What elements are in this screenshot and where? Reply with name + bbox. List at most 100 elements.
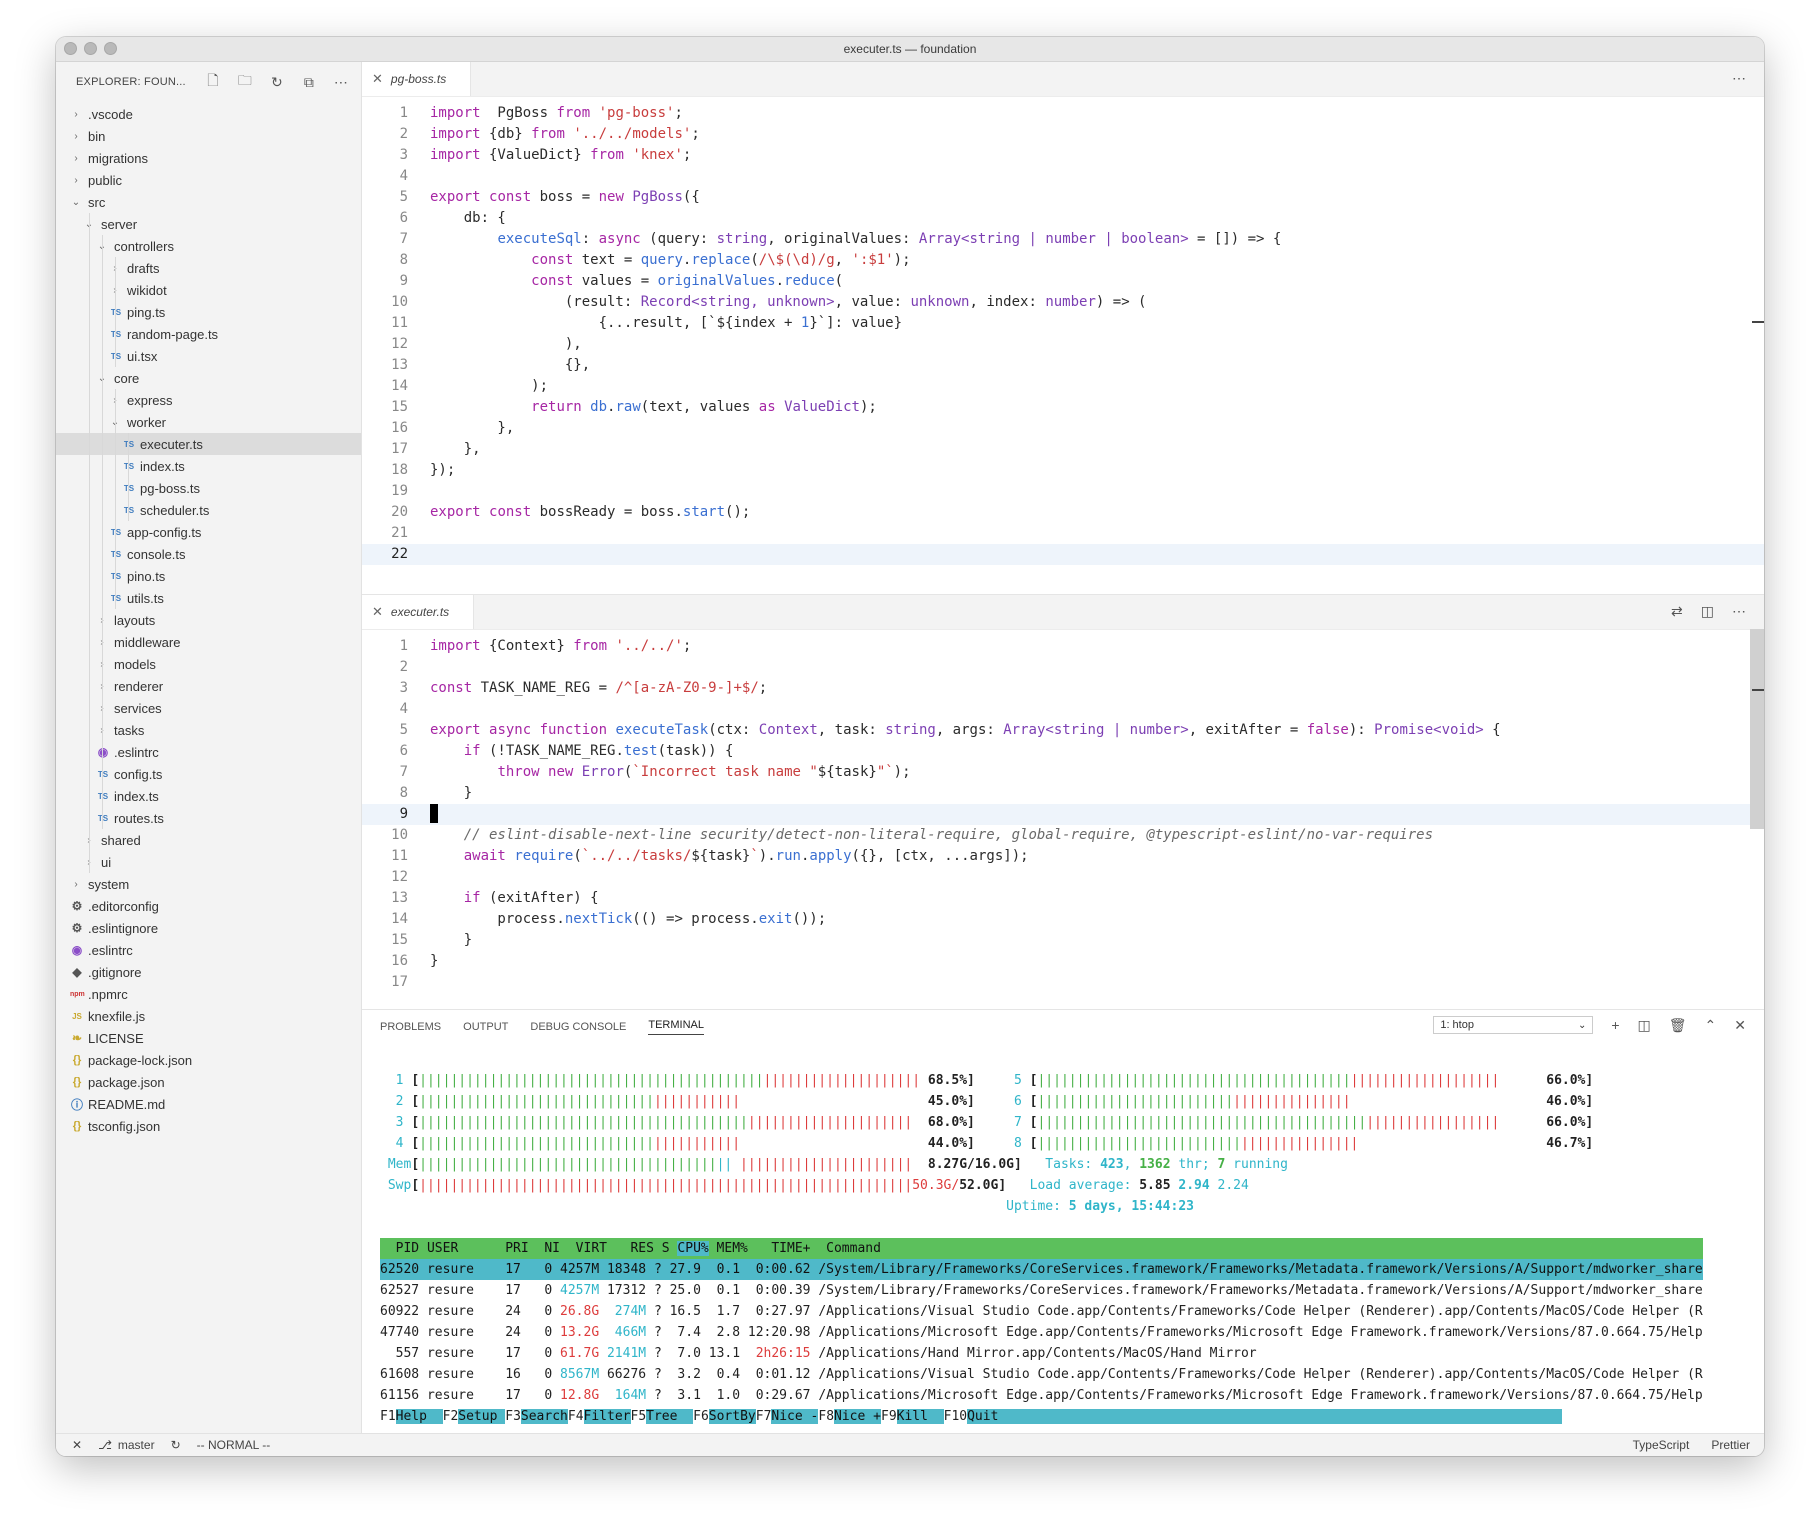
close-tab-icon[interactable]: ✕ xyxy=(372,71,383,87)
tree-item[interactable]: TS index.ts xyxy=(56,785,361,807)
tree-item[interactable]: ›renderer xyxy=(56,675,361,697)
tree-item[interactable]: ›express xyxy=(56,389,361,411)
terminal-htop[interactable]: 1 [|||||||||||||||||||||||||||||||||||||… xyxy=(380,1070,1703,1427)
code-line: 4 xyxy=(362,699,1764,720)
tree-item[interactable]: › bin xyxy=(56,125,361,147)
tree-item[interactable]: {} package-lock.json xyxy=(56,1049,361,1071)
tree-item[interactable]: TS executer.ts xyxy=(56,433,361,455)
tab-pg-boss[interactable]: ✕ pg-boss.ts xyxy=(362,62,472,96)
tree-item[interactable]: ⌄server xyxy=(56,213,361,235)
process-row[interactable]: 62527 resure 17 0 4257M 17312 ? 25.0 0.1… xyxy=(380,1280,1703,1301)
tree-item[interactable]: › system xyxy=(56,873,361,895)
tree-item[interactable]: {} package.json xyxy=(56,1071,361,1093)
tree-item[interactable]: TS pino.ts xyxy=(56,565,361,587)
tree-item[interactable]: ◉ .eslintrc xyxy=(56,741,361,763)
new-file-icon[interactable]: 🗋 xyxy=(205,72,221,90)
tree-item[interactable]: ›tasks xyxy=(56,719,361,741)
process-row[interactable]: 61156 resure 17 0 12.8G 164M ? 3.1 1.0 0… xyxy=(380,1385,1703,1406)
tree-item[interactable]: ⌄core xyxy=(56,367,361,389)
vscode-window: executer.ts — foundation EXPLORER: FOUN.… xyxy=(56,37,1764,1456)
tree-item[interactable]: TS utils.ts xyxy=(56,587,361,609)
swp-value-total: 52.0G xyxy=(959,1178,999,1193)
panel-tab-output[interactable]: OUTPUT xyxy=(463,1021,508,1033)
code-editor-bottom[interactable]: 1 import {Context} from '../../'; 2 3 const … xyxy=(362,630,1764,993)
new-folder-icon[interactable]: 🗀 xyxy=(237,72,253,90)
collapse-icon[interactable]: ⧉ xyxy=(301,74,317,90)
tree-item[interactable]: ⌄controllers xyxy=(56,235,361,257)
refresh-icon[interactable]: ↻ xyxy=(269,74,285,90)
panel-tab-debug-console[interactable]: DEBUG CONSOLE xyxy=(530,1021,626,1033)
tree-item[interactable]: TS pg-boss.ts xyxy=(56,477,361,499)
add-terminal-icon[interactable]: + xyxy=(1611,1017,1619,1033)
tree-item[interactable]: JS knexfile.js xyxy=(56,1005,361,1027)
panel-tab-terminal[interactable]: TERMINAL xyxy=(648,1019,704,1035)
tree-item[interactable]: npm .npmrc xyxy=(56,983,361,1005)
tree-item[interactable]: TS random-page.ts xyxy=(56,323,361,345)
tree-item[interactable]: TS routes.ts xyxy=(56,807,361,829)
editor-scrollbar[interactable] xyxy=(1750,629,1764,829)
tree-item[interactable]: ›drafts xyxy=(56,257,361,279)
tab-executer[interactable]: ✕ executer.ts xyxy=(362,595,475,629)
tree-item[interactable]: ⚙ .eslintignore xyxy=(56,917,361,939)
close-icon[interactable]: ✕ xyxy=(1734,1017,1746,1034)
tree-item[interactable]: ⌄ src xyxy=(56,191,361,213)
git-file-icon: ◆ xyxy=(72,965,82,979)
process-cols: 60922 resure 24 0 xyxy=(380,1304,561,1319)
tree-item[interactable]: TS config.ts xyxy=(56,763,361,785)
tree-item[interactable]: TS ui.tsx xyxy=(56,345,361,367)
language-mode[interactable]: TypeScript xyxy=(1633,1438,1690,1452)
trash-icon[interactable]: 🗑 xyxy=(1669,1017,1687,1034)
formatter-indicator[interactable]: Prettier xyxy=(1711,1438,1750,1452)
process-row[interactable]: 61608 resure 16 0 8567M 66276 ? 3.2 0.4 … xyxy=(380,1364,1703,1385)
tree-item[interactable]: TS scheduler.ts xyxy=(56,499,361,521)
split-editor-icon[interactable]: ◫ xyxy=(1701,603,1714,620)
more-icon[interactable]: ⋯ xyxy=(1732,603,1746,620)
branch-indicator[interactable]: ⎇ master xyxy=(98,1438,155,1452)
process-row[interactable]: 62520 resure 17 0 4257M 18348 ? 27.9 0.1… xyxy=(380,1259,1703,1280)
compare-changes-icon[interactable]: ⇄ xyxy=(1671,603,1683,620)
tree-item[interactable]: › .vscode xyxy=(56,103,361,125)
tree-item[interactable]: › migrations xyxy=(56,147,361,169)
code-editor-top[interactable]: 1 import PgBoss from 'pg-boss'; 2 import {d… xyxy=(362,97,1764,565)
tree-item[interactable]: TS console.ts xyxy=(56,543,361,565)
terminal-select[interactable]: 1: htop ⌄ xyxy=(1433,1016,1594,1034)
tree-item[interactable]: ◉ .eslintrc xyxy=(56,939,361,961)
indent-guide xyxy=(102,697,103,719)
process-row[interactable]: 47740 resure 24 0 13.2G 466M ? 7.4 2.8 1… xyxy=(380,1322,1703,1343)
tree-item[interactable]: ›middleware xyxy=(56,631,361,653)
panel-tab-problems[interactable]: PROBLEMS xyxy=(380,1021,441,1033)
tree-item[interactable]: › public xyxy=(56,169,361,191)
line-text: if (!TASK_NAME_REG.test(task)) { xyxy=(430,741,734,762)
tree-item[interactable]: ◆ .gitignore xyxy=(56,961,361,983)
tree-item[interactable]: ❧ LICENSE xyxy=(56,1027,361,1049)
remote-indicator[interactable]: ✕ xyxy=(72,1438,82,1452)
split-terminal-icon[interactable]: ◫ xyxy=(1638,1017,1651,1034)
close-tab-icon[interactable]: ✕ xyxy=(372,604,383,620)
process-row[interactable]: 557 resure 17 0 61.7G 2141M ? 7.0 13.1 2… xyxy=(380,1343,1703,1364)
tree-item[interactable]: TS app-config.ts xyxy=(56,521,361,543)
tree-item[interactable]: ›services xyxy=(56,697,361,719)
tree-item[interactable]: ⌄worker xyxy=(56,411,361,433)
process-command: /Applications/Microsoft Edge.app/Content… xyxy=(810,1325,1703,1340)
maximize-icon[interactable]: ⌃ xyxy=(1705,1017,1717,1034)
tree-item[interactable]: TS index.ts xyxy=(56,455,361,477)
tree-item[interactable]: ›shared xyxy=(56,829,361,851)
tree-item[interactable]: ›models xyxy=(56,653,361,675)
tree-item[interactable]: ›layouts xyxy=(56,609,361,631)
fkey-number: F1 xyxy=(380,1409,396,1424)
tree-item[interactable]: TS ping.ts xyxy=(56,301,361,323)
line-text: {}, xyxy=(430,355,590,376)
header-cpu: CPU% xyxy=(677,1241,709,1256)
code-line: 16 }, xyxy=(362,418,1764,439)
tree-item[interactable]: ›wikidot xyxy=(56,279,361,301)
tree-item[interactable]: ⓘ README.md xyxy=(56,1093,361,1115)
sync-indicator[interactable]: ↻ xyxy=(171,1438,181,1452)
tree-item[interactable]: {} tsconfig.json xyxy=(56,1115,361,1137)
more-icon[interactable]: ⋯ xyxy=(333,74,349,90)
tree-item[interactable]: ⚙ .editorconfig xyxy=(56,895,361,917)
tree-item[interactable]: ›ui xyxy=(56,851,361,873)
process-row[interactable]: 60922 resure 24 0 26.8G 274M ? 16.5 1.7 … xyxy=(380,1301,1703,1322)
more-icon[interactable]: ⋯ xyxy=(1732,70,1746,87)
